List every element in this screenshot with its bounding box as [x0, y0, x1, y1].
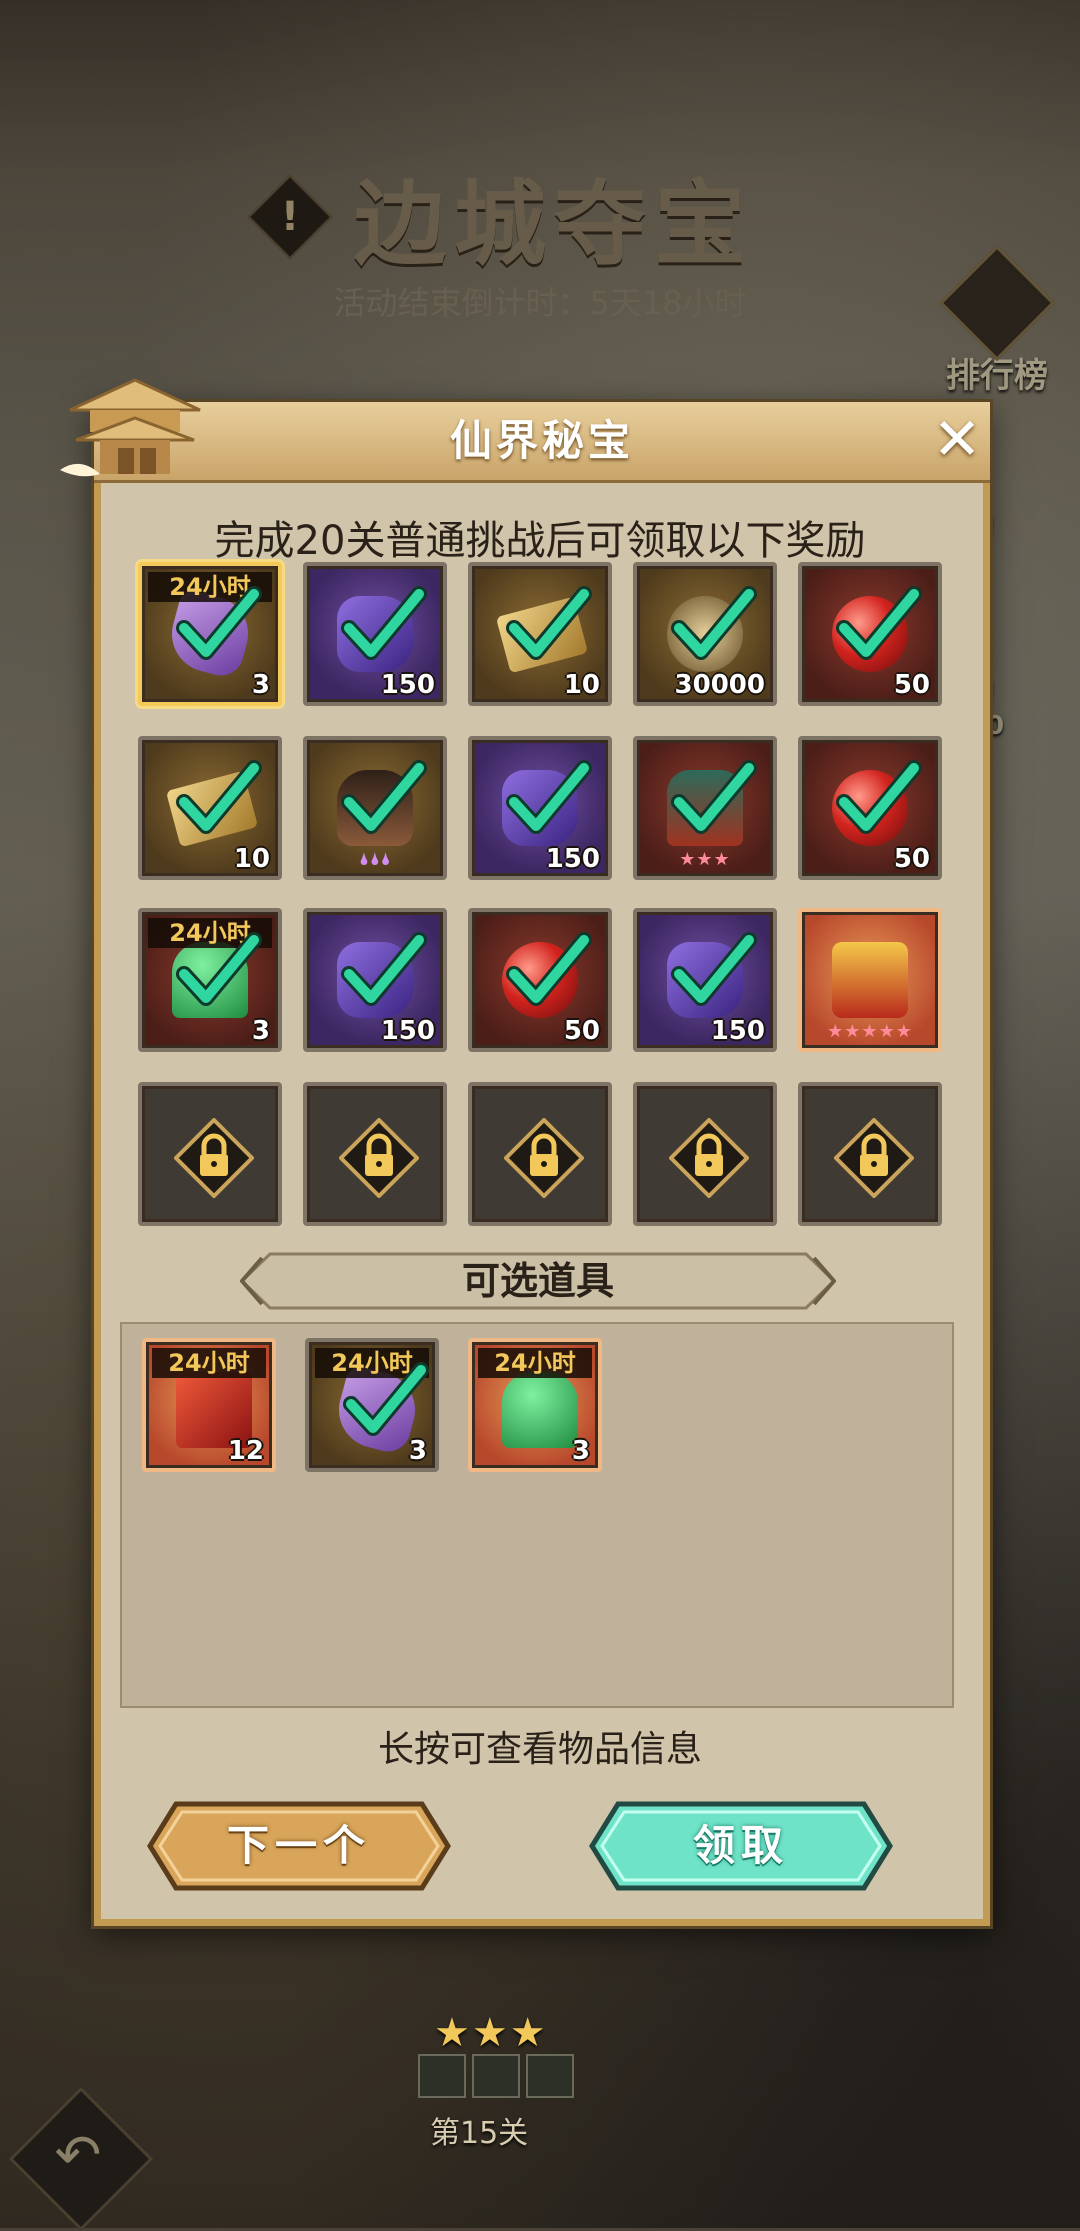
reward-slot[interactable]: ★★★ — [633, 736, 777, 880]
checkmark-icon — [671, 586, 757, 660]
reward-slot-locked[interactable] — [633, 1082, 777, 1226]
lock-icon — [174, 1118, 254, 1198]
lock-icon — [669, 1118, 749, 1198]
item-count: 150 — [710, 1016, 765, 1046]
reward-slot[interactable]: ★★★★★ — [798, 908, 942, 1052]
checkmark-icon — [176, 760, 262, 834]
claim-button[interactable]: 领取 — [588, 1800, 894, 1892]
chest-green-item-icon — [502, 1372, 578, 1448]
checkmark-icon — [341, 586, 427, 660]
reward-slot[interactable]: 150 — [303, 908, 447, 1052]
checkmark-icon — [176, 586, 262, 660]
next-button-label: 下一个 — [226, 1821, 371, 1870]
item-count: 3 — [251, 670, 270, 700]
reward-slot[interactable]: 50 — [798, 736, 942, 880]
reward-slot-locked[interactable] — [468, 1082, 612, 1226]
optional-items-title: 可选道具 — [461, 1259, 614, 1303]
reward-slot[interactable]: 150 — [303, 562, 447, 706]
reward-slot-locked[interactable] — [138, 1082, 282, 1226]
reward-slot[interactable]: 24小时 3 — [468, 1338, 602, 1472]
item-count: 50 — [893, 844, 930, 874]
panel-title: 仙界秘宝 — [449, 416, 634, 465]
stage-stars: ★★★ — [434, 2010, 548, 2056]
reward-slot[interactable]: 24小时 3 — [138, 908, 282, 1052]
lock-icon — [504, 1118, 584, 1198]
checkmark-icon — [343, 1362, 429, 1436]
stage-thumb — [472, 2054, 520, 2098]
firecracker-item-icon — [832, 942, 908, 1018]
checkmark-icon — [176, 932, 262, 1006]
timer-badge: 24小时 — [478, 1348, 592, 1378]
stage-reward-thumbs — [418, 2054, 574, 2098]
reward-slot[interactable]: 50 — [468, 908, 612, 1052]
reward-slot[interactable]: 24小时 3 — [138, 562, 282, 706]
star-rating: ★★★★★ — [827, 1021, 913, 1042]
checkmark-icon — [341, 760, 427, 834]
claim-button-label: 领取 — [692, 1821, 789, 1870]
stage-label: 第15关 — [430, 2116, 529, 2151]
long-press-hint: 长按可查看物品信息 — [377, 1729, 702, 1770]
item-count: 3 — [251, 1016, 270, 1046]
item-count: 150 — [380, 1016, 435, 1046]
reward-slot[interactable]: 24小时 12 — [142, 1338, 276, 1472]
item-count: 50 — [563, 1016, 600, 1046]
star-rating: ★★★ — [679, 849, 731, 870]
item-count: 10 — [233, 844, 270, 874]
item-count: 150 — [380, 670, 435, 700]
checkmark-icon — [506, 586, 592, 660]
reward-slot[interactable]: 10 — [138, 736, 282, 880]
item-count: 12 — [227, 1436, 264, 1466]
checkmark-icon — [506, 760, 592, 834]
reward-slot[interactable]: 30000 — [633, 562, 777, 706]
item-count: 50 — [893, 670, 930, 700]
reward-slot[interactable]: 🌢🌢🌢 — [303, 736, 447, 880]
item-count: 3 — [408, 1436, 427, 1466]
reward-slot[interactable]: 150 — [633, 908, 777, 1052]
item-count: 30000 — [674, 670, 765, 700]
reward-slot[interactable]: 50 — [798, 562, 942, 706]
checkmark-icon — [341, 932, 427, 1006]
close-button[interactable]: ✕ — [928, 410, 986, 468]
lock-icon — [339, 1118, 419, 1198]
checkmark-icon — [836, 760, 922, 834]
reward-slot[interactable]: 150 — [468, 736, 612, 880]
checkmark-icon — [836, 586, 922, 660]
item-count: 3 — [571, 1436, 590, 1466]
item-count: 150 — [545, 844, 600, 874]
checkmark-icon — [671, 760, 757, 834]
reward-slot[interactable]: 10 — [468, 562, 612, 706]
stage-thumb — [418, 2054, 466, 2098]
reward-slot-locked[interactable] — [798, 1082, 942, 1226]
back-arrow-icon: ↶ — [54, 2123, 102, 2188]
reward-slot-locked[interactable] — [303, 1082, 447, 1226]
rank-drops: 🌢🌢🌢 — [358, 849, 392, 870]
reward-condition-text: 完成20关普通挑战后可领取以下奖励 — [214, 518, 866, 564]
checkmark-icon — [506, 932, 592, 1006]
reward-slot[interactable]: 24小时 3 — [305, 1338, 439, 1472]
item-count: 10 — [563, 670, 600, 700]
pagoda-ornament-icon — [60, 378, 201, 477]
lock-icon — [834, 1118, 914, 1198]
next-button[interactable]: 下一个 — [146, 1800, 452, 1892]
timer-badge: 24小时 — [152, 1348, 266, 1378]
panel-header: 仙界秘宝 — [94, 402, 990, 483]
stage-thumb — [526, 2054, 574, 2098]
checkmark-icon — [671, 932, 757, 1006]
